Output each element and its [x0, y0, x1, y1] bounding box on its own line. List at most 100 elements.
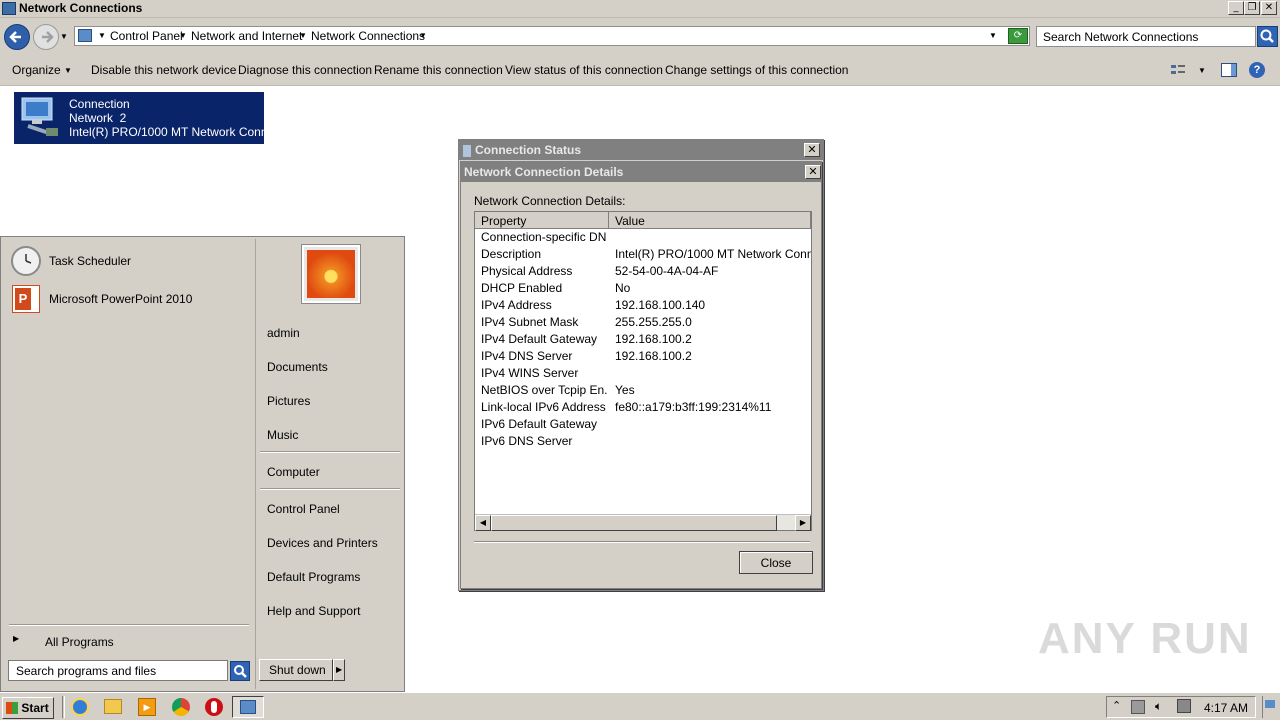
table-row[interactable]: IPv4 DNS Server 192.168.100.2	[475, 349, 811, 366]
table-row[interactable]: Physical Address 52-54-00-4A-04-AF	[475, 264, 811, 281]
devices-printers-link[interactable]: Devices and Printers	[267, 536, 378, 550]
minimize-button[interactable]: _	[1228, 1, 1244, 15]
column-header-property[interactable]: Property	[475, 212, 609, 229]
start-search-input[interactable]: Search programs and files	[8, 660, 228, 681]
scroll-left-button[interactable]: ◀	[475, 515, 491, 531]
refresh-button[interactable]: ⟳	[1008, 28, 1028, 44]
start-search-button[interactable]	[230, 661, 250, 681]
network-connections-task[interactable]	[232, 696, 264, 718]
start-menu-separator	[9, 624, 249, 626]
places-separator	[260, 451, 400, 453]
forward-button[interactable]	[33, 24, 59, 50]
media-player-icon[interactable]: ▶	[138, 698, 156, 716]
address-box[interactable]: ▼ Control Panel ▼ Network and Internet ▼…	[74, 26, 1030, 46]
breadcrumb-chevron-icon[interactable]: ▼	[179, 31, 187, 40]
details-listview[interactable]: Property Value Connection-specific DN...…	[474, 211, 812, 531]
action-center-icon[interactable]	[1131, 700, 1145, 714]
user-picture	[302, 245, 360, 303]
table-row[interactable]: Link-local IPv6 Address fe80::a179:b3ff:1…	[475, 400, 811, 417]
view-options-icon[interactable]	[1170, 63, 1186, 77]
control-panel-link[interactable]: Control Panel	[267, 502, 340, 516]
powerpoint-item[interactable]: P Microsoft PowerPoint 2010	[9, 283, 249, 315]
rename-button[interactable]: Rename this connection	[374, 63, 503, 77]
value-cell: Intel(R) PRO/1000 MT Network Connect	[615, 247, 811, 261]
help-support-link[interactable]: Help and Support	[267, 604, 360, 618]
clock-text[interactable]: 4:17 AM	[1204, 701, 1248, 715]
horizontal-scrollbar[interactable]: ◀ ▶	[475, 514, 811, 531]
explorer-folder-icon[interactable]	[104, 699, 122, 714]
organize-menu[interactable]: Organize	[12, 63, 61, 77]
breadcrumb-chevron-icon[interactable]: ▼	[299, 31, 307, 40]
breadcrumb-network-connections[interactable]: Network Connections	[311, 29, 425, 43]
property-cell: Link-local IPv6 Address	[481, 400, 606, 414]
network-details-close-icon[interactable]: ✕	[805, 165, 821, 179]
address-dropdown-icon[interactable]: ▼	[989, 31, 997, 40]
breadcrumb-control-panel[interactable]: Control Panel	[110, 29, 183, 43]
search-button[interactable]	[1257, 26, 1278, 47]
shutdown-button[interactable]: Shut down	[259, 659, 333, 681]
back-arrow-icon	[9, 31, 21, 43]
show-desktop-button[interactable]	[1262, 696, 1276, 718]
network-tray-icon[interactable]	[1177, 699, 1191, 713]
show-hidden-icons-icon[interactable]: ⌃	[1112, 699, 1121, 712]
recent-pages-chevron-icon[interactable]: ▼	[60, 32, 68, 41]
scroll-thumb[interactable]	[491, 515, 777, 531]
network-folder-icon	[2, 2, 16, 15]
pictures-link[interactable]: Pictures	[267, 394, 310, 408]
organize-chevron-icon[interactable]: ▼	[64, 66, 72, 75]
breadcrumb-chevron-icon[interactable]: ▼	[419, 31, 427, 40]
view-chevron-icon[interactable]: ▼	[1198, 66, 1206, 75]
disable-device-button[interactable]: Disable this network device	[91, 63, 236, 77]
details-rows: Connection-specific DN... Description Inte…	[475, 230, 811, 510]
music-link[interactable]: Music	[267, 428, 298, 442]
diagnose-button[interactable]: Diagnose this connection	[238, 63, 372, 77]
property-cell: IPv4 Default Gateway	[481, 332, 598, 346]
table-row[interactable]: IPv6 DNS Server	[475, 434, 811, 451]
table-row[interactable]: IPv4 Subnet Mask 255.255.255.0	[475, 315, 811, 332]
column-header-value[interactable]: Value	[609, 212, 811, 229]
all-programs-item[interactable]: ▶ All Programs	[9, 631, 249, 651]
all-programs-label: All Programs	[45, 635, 114, 649]
change-settings-button[interactable]: Change settings of this connection	[665, 63, 848, 77]
start-button[interactable]: Start	[2, 697, 54, 719]
computer-link[interactable]: Computer	[267, 465, 320, 479]
view-status-button[interactable]: View status of this connection	[505, 63, 663, 77]
table-row[interactable]: IPv4 Address 192.168.100.140	[475, 298, 811, 315]
desktop-icon	[1265, 700, 1275, 708]
table-row[interactable]: DHCP Enabled No	[475, 281, 811, 298]
connection-status-close-icon[interactable]: ✕	[804, 143, 820, 157]
default-programs-link[interactable]: Default Programs	[267, 570, 360, 584]
volume-icon[interactable]: 🔈︎	[1155, 699, 1162, 714]
breadcrumb-network-internet[interactable]: Network and Internet	[191, 29, 302, 43]
maximize-button[interactable]: ❐	[1244, 1, 1260, 15]
shutdown-options-button[interactable]: ▶	[333, 659, 345, 681]
table-row[interactable]: IPv4 Default Gateway 192.168.100.2	[475, 332, 811, 349]
connection-network: Network 2	[69, 111, 127, 125]
close-button[interactable]: Close	[739, 551, 813, 574]
network-connection-item[interactable]: Connection Network 2 Intel(R) PRO/1000 M…	[14, 92, 278, 144]
table-row[interactable]: NetBIOS over Tcpip En... Yes	[475, 383, 811, 400]
help-icon[interactable]: ?	[1249, 62, 1265, 78]
internet-explorer-icon[interactable]	[71, 698, 89, 716]
table-row[interactable]: IPv4 WINS Server	[475, 366, 811, 383]
back-button[interactable]	[4, 24, 30, 50]
preview-pane-icon[interactable]	[1221, 63, 1237, 77]
user-admin-link[interactable]: admin	[267, 326, 300, 340]
task-scheduler-item[interactable]: Task Scheduler	[9, 245, 249, 277]
property-cell: Physical Address	[481, 264, 573, 278]
search-icon	[1260, 29, 1274, 43]
chrome-icon[interactable]	[172, 698, 190, 716]
table-row[interactable]: IPv6 Default Gateway	[475, 417, 811, 434]
property-cell: IPv6 DNS Server	[481, 434, 573, 448]
property-cell: IPv4 Subnet Mask	[481, 315, 579, 329]
details-label: Network Connection Details:	[474, 194, 626, 208]
property-cell: NetBIOS over Tcpip En...	[481, 383, 607, 397]
scroll-right-button[interactable]: ▶	[795, 515, 811, 531]
breadcrumb-chevron-icon[interactable]: ▼	[98, 31, 106, 40]
close-window-button[interactable]: ✕	[1261, 1, 1277, 15]
search-input[interactable]: Search Network Connections	[1036, 26, 1256, 47]
opera-icon[interactable]	[205, 698, 223, 716]
table-row[interactable]: Connection-specific DN...	[475, 230, 811, 247]
table-row[interactable]: Description Intel(R) PRO/1000 MT Network …	[475, 247, 811, 264]
documents-link[interactable]: Documents	[267, 360, 328, 374]
